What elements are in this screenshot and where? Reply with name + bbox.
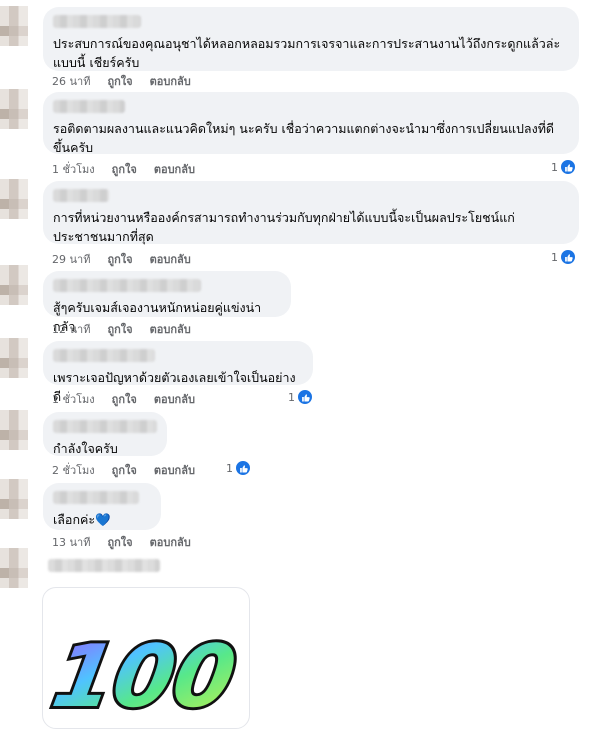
comment-text: เลือกค่ะ💙 (53, 512, 111, 527)
thumbs-up-icon (235, 460, 251, 476)
comment-meta: 26 นาที ถูกใจ ตอบกลับ (52, 72, 191, 90)
comment-bubble: สู้ๆครับเจมส์เจองานหนักหน่อยคู่แข่งน่ากล… (43, 271, 291, 334)
comment-time[interactable]: 26 นาที (52, 72, 90, 90)
reaction-count[interactable]: 1 (551, 249, 576, 265)
like-button[interactable]: ถูกใจ (112, 461, 137, 479)
reaction-count[interactable]: 1 (551, 159, 576, 175)
comment-bubble: เพราะเจอปัญหาด้วยตัวเองเลยเข้าใจเป็นอย่า… (43, 341, 313, 404)
commenter-name[interactable] (53, 100, 125, 113)
reaction-count[interactable]: 1 (288, 389, 313, 405)
comment-time[interactable]: 1 ชั่วโมง (52, 160, 95, 178)
sticker-100-icon: 100 (43, 625, 246, 728)
commenter-name[interactable] (48, 559, 160, 572)
comment-bubble: เลือกค่ะ💙 (43, 483, 161, 530)
commenter-name[interactable] (53, 279, 201, 292)
comment-bubble: รอติดตามผลงานและแนวคิดใหม่ๆ นะครับ เชื่อ… (43, 92, 579, 155)
like-button[interactable]: ถูกใจ (112, 160, 137, 178)
comment-bubble: กำลังใจครับ (43, 412, 167, 456)
comment-bubble: การที่หน่วยงานหรือองค์กรสามารถทำงานร่วมก… (43, 181, 579, 244)
reply-button[interactable]: ตอบกลับ (150, 533, 191, 551)
commenter-name[interactable] (53, 189, 109, 202)
like-button[interactable]: ถูกใจ (107, 533, 132, 551)
reply-button[interactable]: ตอบกลับ (154, 390, 195, 408)
reply-button[interactable]: ตอบกลับ (154, 461, 195, 479)
comment-text: การที่หน่วยงานหรือองค์กรสามารถทำงานร่วมก… (53, 210, 515, 244)
avatar[interactable] (0, 338, 28, 378)
comment-time[interactable]: 29 นาที (52, 250, 90, 268)
comment-time[interactable]: 2 ชั่วโมง (52, 461, 95, 479)
avatar[interactable] (0, 410, 28, 450)
comment-meta: 1 ชั่วโมง ถูกใจ ตอบกลับ (52, 160, 195, 178)
thumbs-up-icon (560, 249, 576, 265)
reaction-number: 1 (551, 160, 558, 174)
commenter-name[interactable] (53, 349, 155, 362)
reaction-count[interactable]: 1 (226, 460, 251, 476)
comment-meta: 1 ชั่วโมง ถูกใจ ตอบกลับ (52, 390, 195, 408)
comment-meta: 12 นาที ถูกใจ ตอบกลับ (52, 320, 191, 338)
reply-button[interactable]: ตอบกลับ (150, 72, 191, 90)
sticker-text: 100 (46, 628, 243, 727)
comment-time[interactable]: 12 นาที (52, 320, 90, 338)
like-button[interactable]: ถูกใจ (112, 390, 137, 408)
commenter-name[interactable] (53, 491, 139, 504)
reaction-number: 1 (226, 461, 233, 475)
reply-button[interactable]: ตอบกลับ (150, 250, 191, 268)
like-button[interactable]: ถูกใจ (107, 250, 132, 268)
comment-meta: 2 ชั่วโมง ถูกใจ ตอบกลับ (52, 461, 195, 479)
like-button[interactable]: ถูกใจ (107, 320, 132, 338)
comment-time[interactable]: 1 ชั่วโมง (52, 390, 95, 408)
reaction-number: 1 (551, 250, 558, 264)
commenter-name[interactable] (53, 420, 157, 433)
avatar[interactable] (0, 6, 28, 46)
thumbs-up-icon (297, 389, 313, 405)
comment-time[interactable]: 13 นาที (52, 533, 90, 551)
avatar[interactable] (0, 479, 28, 519)
reply-button[interactable]: ตอบกลับ (154, 160, 195, 178)
comment-meta: 29 นาที ถูกใจ ตอบกลับ (52, 250, 191, 268)
like-button[interactable]: ถูกใจ (107, 72, 132, 90)
comment-text: รอติดตามผลงานและแนวคิดใหม่ๆ นะครับ เชื่อ… (53, 121, 555, 155)
reaction-number: 1 (288, 390, 295, 404)
comment-bubble: ประสบการณ์ของคุณอนุชาได้หลอกหลอมรวมการเจ… (43, 7, 579, 71)
avatar[interactable] (0, 89, 28, 129)
comment-text: กำลังใจครับ (53, 441, 118, 456)
commenter-name[interactable] (53, 15, 141, 28)
avatar[interactable] (0, 265, 28, 305)
comment-meta: 13 นาที ถูกใจ ตอบกลับ (52, 533, 191, 551)
comment-text: ประสบการณ์ของคุณอนุชาได้หลอกหลอมรวมการเจ… (53, 36, 561, 70)
reply-button[interactable]: ตอบกลับ (150, 320, 191, 338)
avatar[interactable] (0, 548, 28, 588)
thumbs-up-icon (560, 159, 576, 175)
avatar[interactable] (0, 179, 28, 219)
